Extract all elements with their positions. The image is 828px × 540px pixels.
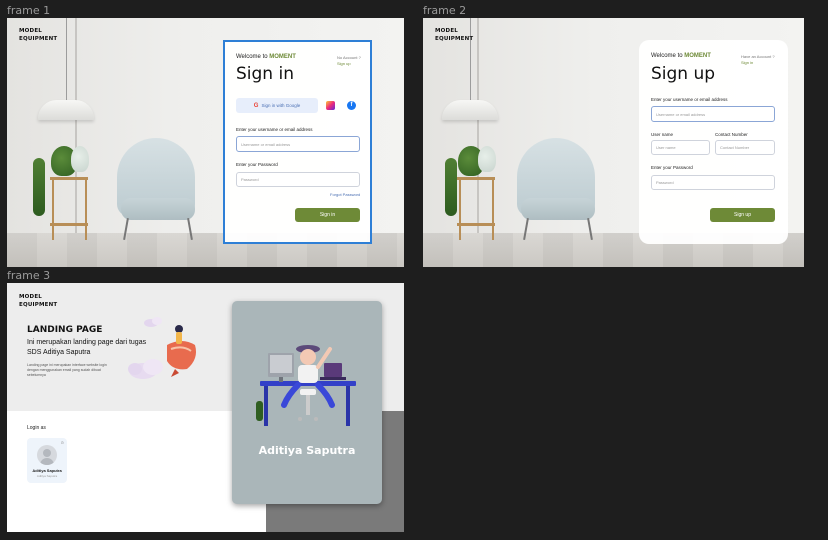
chair-icon <box>298 389 318 421</box>
cloud-icon <box>128 359 163 379</box>
sign-up-card[interactable]: Welcome to MOMENT Sign up Have an Accoun… <box>639 40 788 244</box>
rocket-rider-icon <box>167 325 196 377</box>
username-placeholder: Username or email address <box>241 141 291 147</box>
contact-number-placeholder: Contact Number <box>720 145 750 150</box>
laptop-icon <box>320 363 346 380</box>
hero-description: Landing page ini merupakan interface web… <box>27 363 107 377</box>
welcome-text: Welcome to MOMENT <box>236 54 296 60</box>
hanging-plant <box>445 158 457 216</box>
monitor-icon <box>268 353 294 382</box>
brand-line-2: EQUIPMENT <box>19 302 58 308</box>
password-input[interactable]: Password <box>651 175 775 190</box>
brand-line-1: MODEL <box>19 294 42 300</box>
brand-logo: MODEL EQUIPMENT <box>19 27 57 43</box>
signup-link[interactable]: Sign up <box>337 61 361 67</box>
no-account-text: No Account ? <box>337 55 361 60</box>
armchair-seat <box>121 198 195 220</box>
username-input[interactable]: Username or email address <box>236 136 360 152</box>
table-leg <box>459 178 461 240</box>
username-placeholder: Username or email address <box>656 111 706 117</box>
profile-card[interactable]: ⊙ Aditiya Saputra Aditiya Saputra <box>27 438 67 483</box>
frame-2-label[interactable]: frame 2 <box>423 4 466 17</box>
page-title: Sign up <box>651 64 716 84</box>
table-leg <box>492 178 494 240</box>
brand-line-1: MODEL <box>435 28 458 34</box>
frame-3-landing-page: MODEL EQUIPMENT LANDING PAGE Ini merupak… <box>7 283 404 532</box>
profile-subtitle: Aditiya Saputra <box>36 474 58 478</box>
hero-illustration <box>128 317 196 379</box>
signin-prompt: Have an Account ? Sign in <box>741 54 775 66</box>
welcome-text: Welcome to MOMENT <box>651 53 711 59</box>
contact-number-input[interactable]: Contact Number <box>715 140 775 155</box>
frame-3-label[interactable]: frame 3 <box>7 269 50 282</box>
welcome-brand: MOMENT <box>269 54 296 60</box>
username-label: Enter your username or email address <box>236 127 313 132</box>
lamp-cord <box>66 18 67 101</box>
google-signin-label: Sign in with Google <box>261 103 301 108</box>
signin-link[interactable]: Sign in <box>741 60 775 66</box>
frame-2-sign-up: MODEL EQUIPMENT Welcome to MOMENT Sign u… <box>423 18 804 267</box>
side-table-shelf <box>50 223 88 226</box>
pendant-lamp <box>38 100 94 120</box>
password-placeholder: Password <box>656 180 674 185</box>
plant-icon <box>256 401 263 421</box>
welcome-brand: MOMENT <box>684 53 711 59</box>
wall-pole <box>75 18 77 240</box>
armchair-seat <box>521 198 595 220</box>
glass-terrarium <box>71 146 89 172</box>
brand-logo: MODEL EQUIPMENT <box>435 27 473 43</box>
user-name-label: User name <box>651 132 674 137</box>
profile-showcase-card[interactable]: Aditiya Saputra <box>232 301 382 504</box>
side-table <box>457 177 495 180</box>
facebook-icon[interactable]: f <box>347 101 356 110</box>
table-leg <box>85 178 87 240</box>
password-input[interactable]: Password <box>236 172 360 187</box>
more-icon[interactable]: ⊙ <box>61 440 64 445</box>
login-as-label: Login as <box>27 425 46 431</box>
username-label: Enter your username or email address <box>651 97 728 102</box>
pendant-lamp <box>442 100 498 120</box>
welcome-prefix: Welcome to <box>236 54 270 60</box>
profile-name: Aditiya Saputra <box>32 468 62 473</box>
table-leg <box>52 178 54 240</box>
contact-number-label: Contact Number <box>715 132 748 137</box>
brand-line-1: MODEL <box>19 28 42 34</box>
signup-prompt: No Account ? Sign up <box>337 55 361 67</box>
username-input[interactable]: Username or email address <box>651 106 775 122</box>
google-icon: G <box>253 102 259 109</box>
sign-in-button[interactable]: Sign in <box>295 208 360 222</box>
google-signin-button[interactable]: G Sign in with Google <box>236 98 318 113</box>
brand-line-2: EQUIPMENT <box>19 36 58 42</box>
showcase-name: Aditiya Saputra <box>258 444 356 457</box>
welcome-prefix: Welcome to <box>651 53 685 59</box>
password-placeholder: Password <box>241 177 259 182</box>
hanging-plant <box>33 158 45 216</box>
hero-title: LANDING PAGE <box>27 325 103 335</box>
brand-logo: MODEL EQUIPMENT <box>19 293 57 309</box>
sign-in-card[interactable]: Welcome to MOMENT Sign in No Account ? S… <box>223 40 372 244</box>
developer-desk-illustration <box>260 345 356 426</box>
page-title: Sign in <box>236 64 294 84</box>
avatar <box>37 445 57 465</box>
user-name-input[interactable]: User name <box>651 140 710 155</box>
glass-terrarium <box>478 146 496 172</box>
frame-1-label[interactable]: frame 1 <box>7 4 50 17</box>
frame-1-sign-in: MODEL EQUIPMENT Welcome to MOMENT Sign i… <box>7 18 404 267</box>
side-table-shelf <box>457 223 495 226</box>
password-label: Enter your Password <box>651 165 693 170</box>
forgot-password-link[interactable]: Forgot Password <box>330 192 360 197</box>
wall-pole <box>477 18 479 240</box>
have-account-text: Have an Account ? <box>741 54 775 59</box>
cloud-icon <box>144 317 162 327</box>
brand-line-2: EQUIPMENT <box>435 36 474 42</box>
side-table <box>50 177 88 180</box>
password-label: Enter your Password <box>236 162 278 167</box>
sign-up-button[interactable]: Sign up <box>710 208 775 222</box>
instagram-icon[interactable] <box>326 101 335 110</box>
user-name-placeholder: User name <box>656 145 676 150</box>
